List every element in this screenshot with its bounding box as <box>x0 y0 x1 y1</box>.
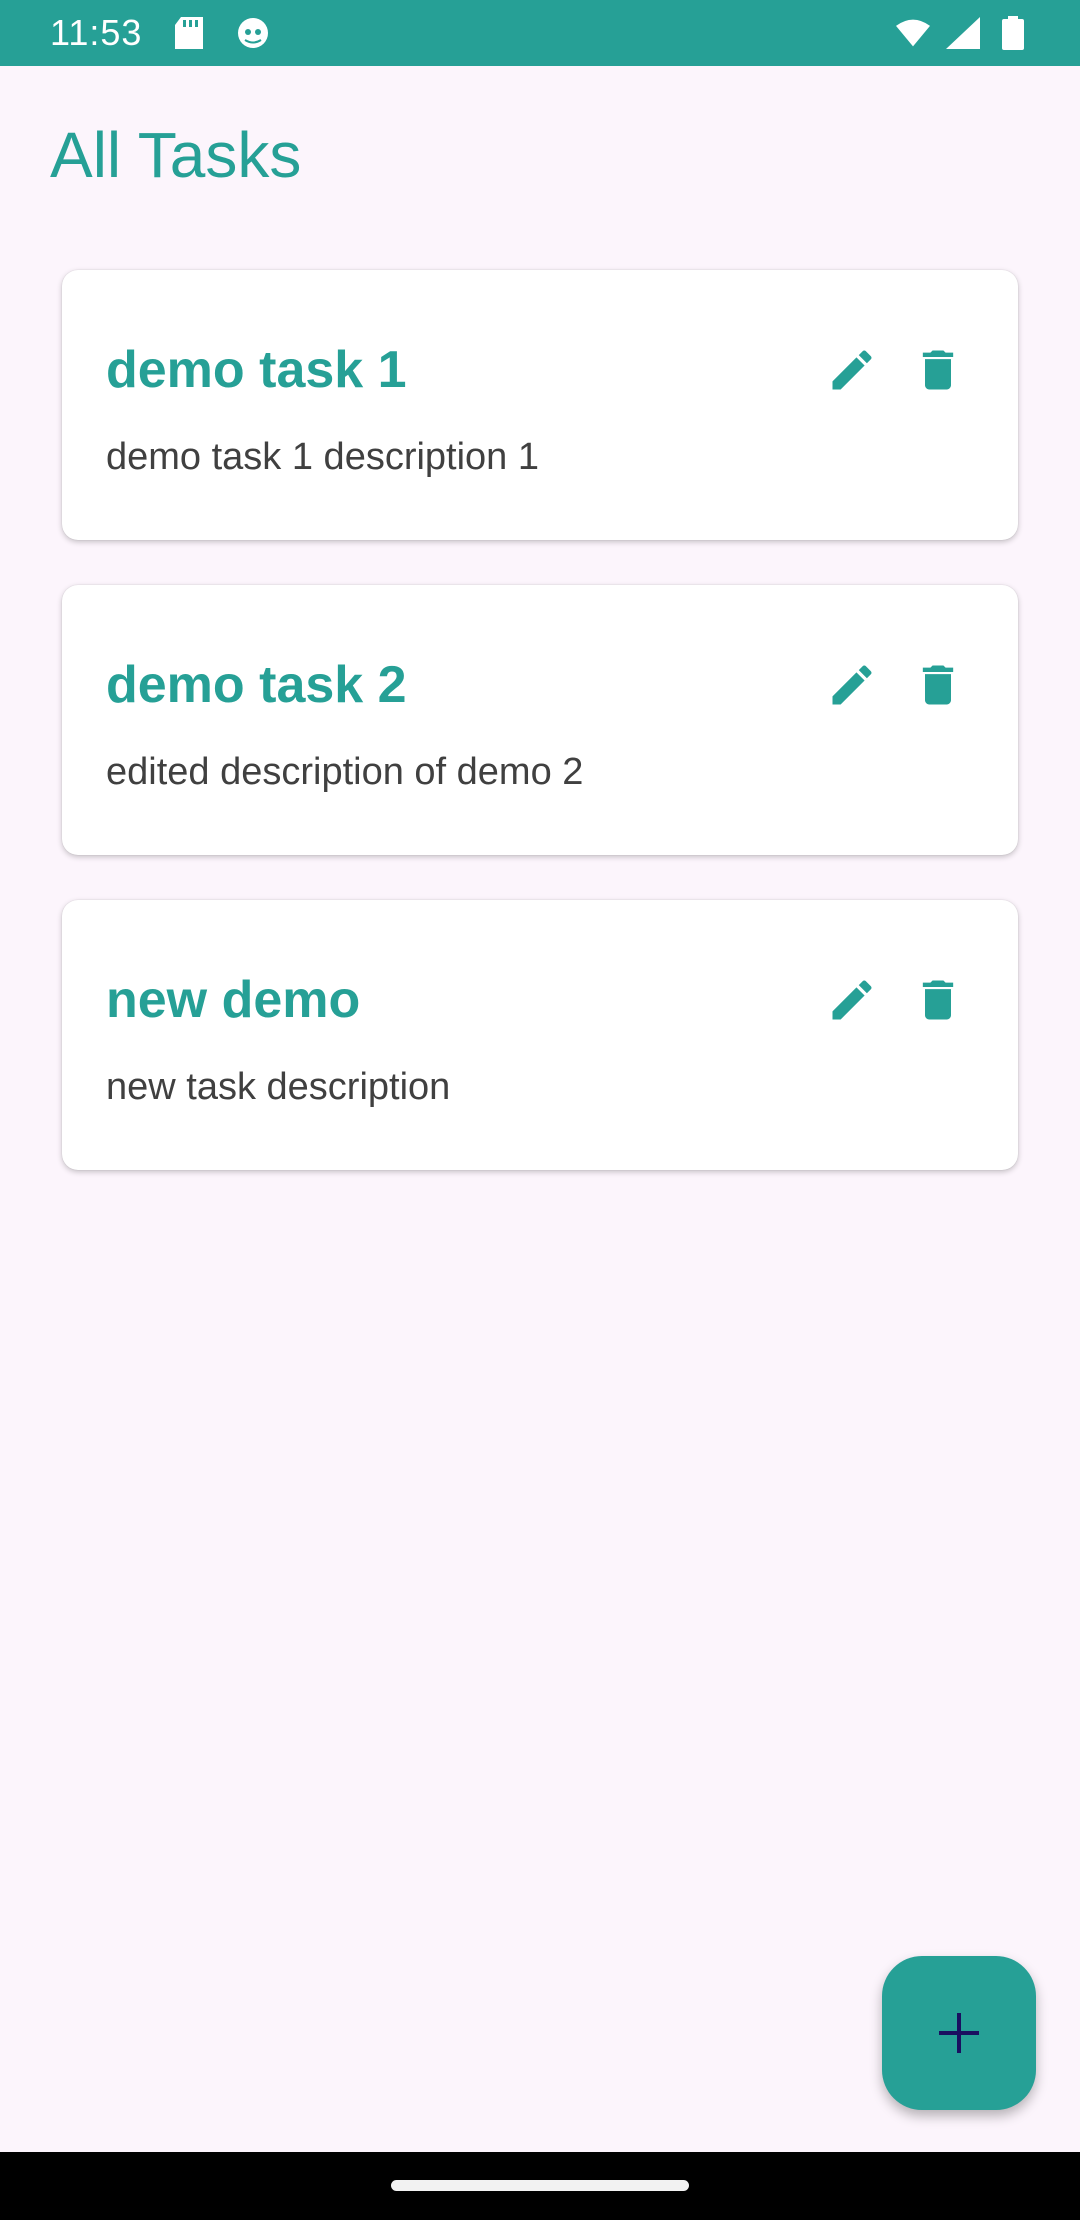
sd-card-icon <box>172 16 206 50</box>
task-actions <box>824 342 966 398</box>
task-description: edited description of demo 2 <box>106 751 584 793</box>
pencil-icon <box>832 350 872 390</box>
task-card[interactable]: demo task 2 edited description of demo 2 <box>62 585 1018 855</box>
signal-icon <box>946 16 980 50</box>
status-bar: 11:53 <box>0 0 1080 66</box>
task-actions <box>824 657 966 713</box>
trash-icon <box>922 980 954 1020</box>
screen: 11:53 All Tasks demo task 1 demo task 1 … <box>0 0 1080 2220</box>
add-task-button[interactable] <box>882 1956 1036 2110</box>
delete-task-button[interactable] <box>910 657 966 713</box>
task-list: demo task 1 demo task 1 description 1 de… <box>62 270 1018 1215</box>
delete-task-button[interactable] <box>910 342 966 398</box>
page-title: All Tasks <box>50 119 302 191</box>
navigation-bar <box>0 2152 1080 2220</box>
delete-task-button[interactable] <box>910 972 966 1028</box>
battery-icon <box>996 16 1030 50</box>
trash-icon <box>922 350 954 390</box>
task-actions <box>824 972 966 1028</box>
task-title: new demo <box>106 971 361 1029</box>
task-description: demo task 1 description 1 <box>106 436 540 478</box>
task-description: new task description <box>106 1066 451 1108</box>
task-card[interactable]: new demo new task description <box>62 900 1018 1170</box>
home-indicator[interactable] <box>391 2180 689 2191</box>
pencil-icon <box>832 665 872 705</box>
edit-task-button[interactable] <box>824 342 880 398</box>
trash-icon <box>922 665 954 705</box>
task-title: demo task 2 <box>106 656 407 714</box>
task-title: demo task 1 <box>106 341 407 399</box>
wifi-icon <box>896 16 930 50</box>
task-card[interactable]: demo task 1 demo task 1 description 1 <box>62 270 1018 540</box>
edit-task-button[interactable] <box>824 657 880 713</box>
pencil-icon <box>832 980 872 1020</box>
status-time: 11:53 <box>50 12 143 53</box>
android-debug-icon <box>236 16 270 50</box>
edit-task-button[interactable] <box>824 972 880 1028</box>
plus-icon <box>939 2013 979 2053</box>
